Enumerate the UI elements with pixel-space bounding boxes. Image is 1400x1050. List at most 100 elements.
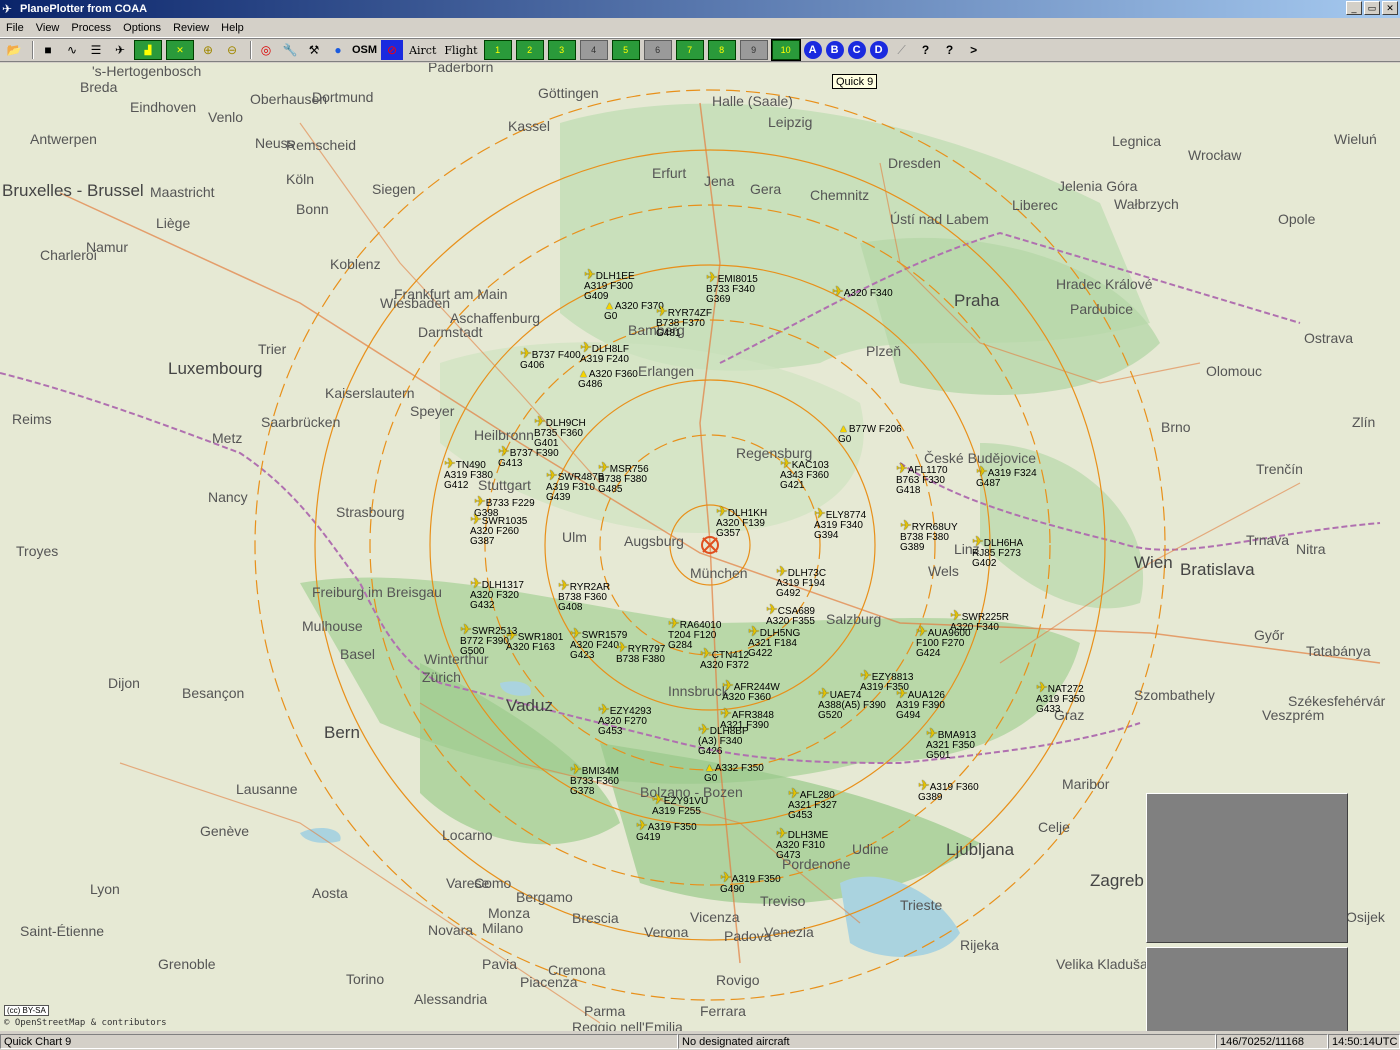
minimize-button[interactable]: _ — [1346, 1, 1362, 15]
aircraft-marker[interactable]: ✈SWR1035 A320 F260 G387 — [470, 512, 527, 547]
target-icon[interactable]: ◎ — [256, 40, 276, 60]
aircraft-marker[interactable]: ✈A320 F340 — [832, 284, 893, 299]
bars-icon[interactable]: ☰ — [86, 40, 106, 60]
aircraft-marker[interactable]: ▲B77W F206 G0 — [838, 424, 902, 445]
aircraft-marker[interactable]: ✈TN490 A319 F380 G412 — [444, 456, 493, 491]
aircraft-marker[interactable]: ✈DLH8BP (A3) F340 G426 — [698, 722, 749, 757]
menu-file[interactable]: File — [0, 22, 30, 34]
quick-chart-7[interactable]: 7 — [675, 40, 704, 60]
aircraft-marker[interactable]: ✈RYR68UY B738 F380 G389 — [900, 518, 958, 553]
aircraft-marker[interactable]: ✈BMI34M B733 F360 G378 — [570, 762, 619, 797]
plane-icon[interactable]: ✈ — [110, 40, 130, 60]
no-map-icon[interactable]: ⊘ — [381, 40, 404, 60]
menu-process[interactable]: Process — [65, 22, 117, 34]
layer-c-button[interactable]: C — [847, 41, 866, 59]
aircraft-marker[interactable]: ✈DLH3ME A320 F310 G473 — [776, 826, 828, 861]
aircraft-marker[interactable]: ✈RYR797 B738 F380 — [616, 640, 665, 665]
zoom-out-icon[interactable]: ⊖ — [222, 40, 242, 60]
aircraft-marker[interactable]: ✈A319 F360 G389 — [918, 778, 979, 803]
flight-button[interactable]: Flight — [442, 40, 479, 60]
aircraft-marker[interactable]: ✈SWR2513 B772 F390 G500 — [460, 622, 517, 657]
quick-chart-2[interactable]: 2 — [515, 40, 544, 60]
close-button[interactable]: ✕ — [1382, 1, 1398, 15]
quick-chart-6[interactable]: 6 — [643, 40, 672, 60]
aircraft-marker[interactable]: ✈A319 F324 G487 — [976, 464, 1037, 489]
layer-d-button[interactable]: D — [869, 41, 888, 59]
aircraft-marker[interactable]: ✈DLH1KH A320 F139 G357 — [716, 504, 767, 539]
aircraft-marker[interactable]: ✈AFL280 A321 F327 G453 — [788, 786, 837, 821]
aircraft-marker[interactable]: ✈EMI8015 B733 F340 G369 — [706, 269, 758, 305]
aircraft-marker[interactable]: ✈EZY4293 A320 F270 G453 — [598, 702, 651, 737]
city-label: Monza — [488, 905, 531, 921]
aircraft-marker[interactable]: ▲A320 F360 G486 — [578, 369, 638, 390]
chart-view-icon[interactable]: ▟ — [134, 40, 162, 60]
plane-icon: ✈ — [706, 269, 718, 285]
aircraft-marker[interactable]: ✈DLH73C A319 F194 G492 — [776, 564, 826, 599]
aircraft-marker[interactable]: ✈DLH6HA RJ85 F273 G402 — [972, 534, 1023, 569]
city-label: Göttingen — [538, 85, 599, 101]
city-label: Koblenz — [330, 256, 381, 272]
open-folder-icon[interactable]: 📂 — [4, 40, 24, 60]
maximize-button[interactable]: ▭ — [1364, 1, 1380, 15]
aircraft-marker[interactable]: ✈ELY8774 A319 F340 G394 — [814, 506, 866, 541]
aircraft-marker[interactable]: ✈NAT272 A319 F350 G433 — [1036, 680, 1085, 715]
stop-icon[interactable]: ■ — [38, 40, 58, 60]
aircraft-marker[interactable]: ✈MSR756 B738 F380 G485 — [598, 460, 649, 495]
aircraft-marker[interactable]: ✈B737 F400 G406 — [520, 346, 581, 371]
city-label: Torino — [346, 971, 385, 987]
context-help-button[interactable]: ? — [940, 40, 960, 60]
aircraft-marker[interactable]: ✈CSA689 A320 F355 — [766, 602, 815, 627]
osm-button[interactable]: OSM — [352, 40, 377, 60]
quick-chart-9[interactable]: 9 — [739, 40, 768, 60]
city-label: Maastricht — [150, 184, 215, 200]
quick-chart-10[interactable]: 10 — [770, 39, 801, 61]
aircraft-marker[interactable]: ✈DLH8LF A319 F240 — [580, 340, 629, 365]
layer-b-button[interactable]: B — [825, 41, 844, 59]
menu-review[interactable]: Review — [167, 22, 215, 34]
aircraft-marker[interactable]: ▲A332 F350 G0 — [704, 763, 764, 784]
radar-view-icon[interactable]: ✕ — [166, 40, 194, 60]
zoom-in-icon[interactable]: ⊕ — [198, 40, 218, 60]
menu-view[interactable]: View — [30, 22, 66, 34]
aircraft-marker[interactable]: ▲A320 F370 G0 — [604, 301, 664, 322]
aircraft-marker[interactable]: ✈AFR244W A320 F360 — [722, 678, 780, 703]
menu-options[interactable]: Options — [117, 22, 167, 34]
aircraft-marker[interactable]: ✈SWR487B A319 F310 G439 — [546, 468, 604, 503]
aircraft-marker[interactable]: ✈DLH1EE A319 F300 G409 — [584, 267, 635, 302]
aircraft-marker[interactable]: ✈DLH1317 A320 F320 G432 — [470, 575, 524, 611]
aircraft-marker[interactable]: ✈BMA913 A321 F350 G501 — [926, 726, 976, 761]
aircraft-marker[interactable]: ✈A319 F350 G419 — [636, 818, 697, 843]
aircraft-marker[interactable]: ✈CTN412 A320 F372 — [700, 646, 749, 671]
waveform-icon[interactable]: ∿ — [62, 40, 82, 60]
aircraft-marker[interactable]: ✈KAC103 A343 F360 G421 — [780, 456, 829, 491]
aircraft-marker[interactable]: ✈RYR2AR B738 F360 G408 — [558, 577, 610, 613]
tools-icon[interactable]: ⚒ — [304, 40, 324, 60]
aircraft-marker[interactable]: ✈EZY91VU A319 F255 — [652, 792, 708, 817]
aircraft-marker[interactable]: ✈A319 F350 G490 — [720, 870, 781, 895]
layer-a-button[interactable]: A — [803, 41, 822, 59]
next-button[interactable]: > — [964, 40, 984, 60]
quick-chart-8[interactable]: 8 — [707, 40, 736, 60]
help-button[interactable]: ? — [916, 40, 936, 60]
quick-chart-4[interactable]: 4 — [579, 40, 608, 60]
wrench-icon[interactable]: 🔧 — [280, 40, 300, 60]
aircraft-marker[interactable]: ✈UAE74 A388(A5) F390 G520 — [818, 686, 886, 721]
plane-icon: ✈ — [470, 575, 482, 591]
aircraft-marker[interactable]: ✈DLH5NG A321 F184 G422 — [748, 624, 800, 659]
globe-icon[interactable]: ● — [328, 40, 348, 60]
aircraft-button[interactable]: Airct — [407, 40, 438, 60]
aircraft-marker[interactable]: ✈RA64010 T204 F120 G284 — [668, 616, 721, 651]
menu-help[interactable]: Help — [215, 22, 250, 34]
quick-chart-1[interactable]: 1 — [483, 40, 512, 60]
aircraft-marker[interactable]: ✈RYR74ZF B738 F370 G481 — [656, 304, 712, 339]
quick-chart-3[interactable]: 3 — [547, 40, 576, 60]
aircraft-marker[interactable]: ✈AFL1170 B763 F330 G418 — [896, 461, 948, 496]
aircraft-marker[interactable]: ✈AUA126 A319 F390 G494 — [896, 686, 945, 721]
aircraft-marker[interactable]: ✈DLH9CH B735 F360 G401 — [534, 414, 586, 449]
plane-icon: ✈ — [558, 577, 570, 593]
aircraft-marker[interactable]: ✈AUA9600 F100 F270 G424 — [916, 624, 971, 659]
map-view[interactable]: 's-Hertogenbosch Paderborn Breda Eindhov… — [0, 63, 1400, 1031]
measure-icon[interactable]: ⟋ — [892, 40, 912, 60]
aircraft-marker[interactable]: ✈B737 F390 G413 — [498, 444, 559, 469]
quick-chart-5[interactable]: 5 — [611, 40, 640, 60]
